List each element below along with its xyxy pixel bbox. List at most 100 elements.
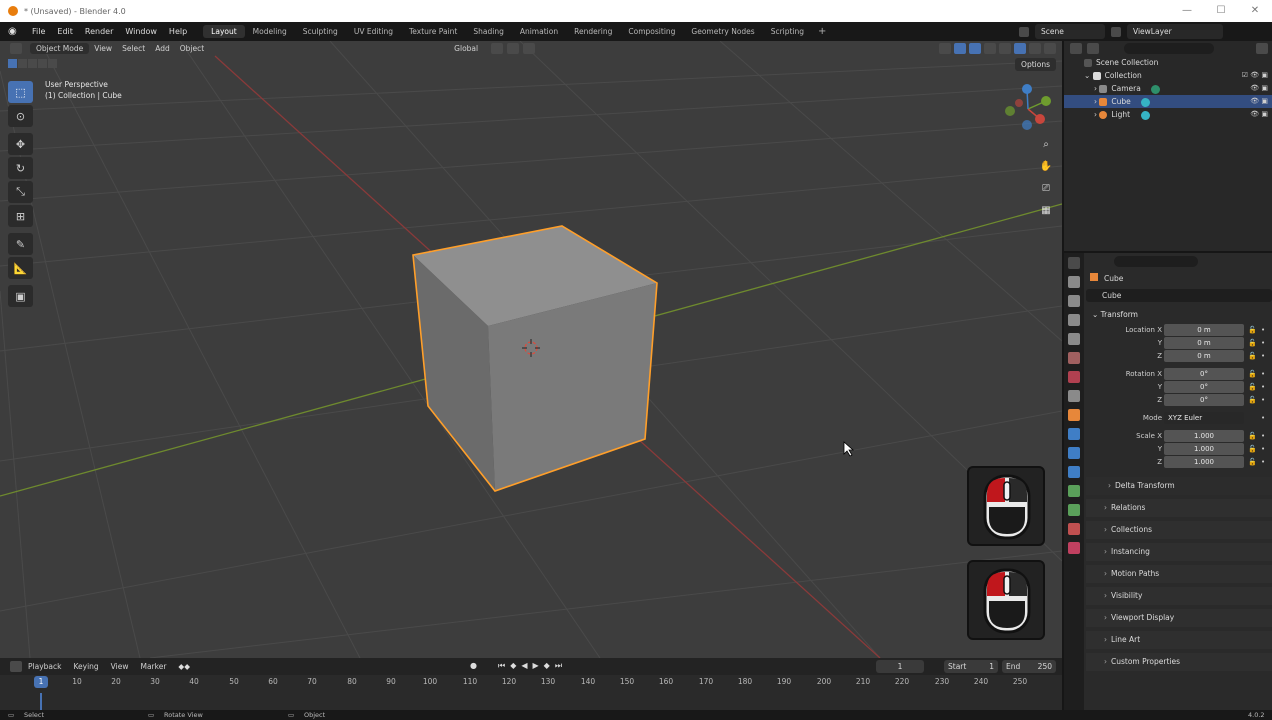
scale-x-field[interactable]: 1.000: [1164, 430, 1244, 442]
annotate-tool[interactable]: ✎: [8, 233, 33, 255]
lock-icon[interactable]: 🔓: [1248, 430, 1257, 443]
menu-edit[interactable]: Edit: [51, 27, 79, 36]
select-new-icon[interactable]: [8, 59, 17, 68]
world-tab-icon[interactable]: [1068, 371, 1080, 383]
menu-view[interactable]: View: [89, 44, 117, 53]
scene-field[interactable]: Scene: [1035, 24, 1105, 39]
select-intersect-icon[interactable]: [48, 59, 57, 68]
keyframe-dot-icon[interactable]: •: [1261, 394, 1265, 407]
timeline-ruler[interactable]: 1 10 20 30 40 50 60 70 80 90 100 110 120…: [0, 675, 1062, 693]
menu-marker[interactable]: Marker: [134, 662, 172, 671]
constraints-tab-icon[interactable]: [1068, 485, 1080, 497]
rendered-shading-icon[interactable]: [1044, 43, 1056, 54]
light-visibility-icons[interactable]: 👁 ▣: [1250, 108, 1268, 121]
tab-sculpting[interactable]: Sculpting: [295, 25, 346, 38]
tab-rendering[interactable]: Rendering: [566, 25, 620, 38]
location-y-field[interactable]: 0 m: [1164, 337, 1244, 349]
tab-animation[interactable]: Animation: [512, 25, 566, 38]
transform-panel-header[interactable]: ⌄ Transform: [1086, 306, 1272, 324]
tab-layout[interactable]: Layout: [203, 25, 245, 38]
select-invert-icon[interactable]: [38, 59, 47, 68]
outliner-item-cube[interactable]: › Cube 👁 ▣: [1064, 95, 1272, 108]
ortho-grid-icon[interactable]: ▦: [1037, 201, 1055, 219]
camera-visibility-icons[interactable]: 👁 ▣: [1250, 82, 1268, 95]
pivot-point-icon[interactable]: [491, 43, 504, 54]
menu-file[interactable]: File: [26, 27, 51, 36]
lock-icon[interactable]: 🔓: [1248, 456, 1257, 469]
menu-object[interactable]: Object: [175, 44, 209, 53]
select-subtract-icon[interactable]: [28, 59, 37, 68]
menu-select[interactable]: Select: [117, 44, 150, 53]
camera-view-icon[interactable]: ⎚: [1037, 179, 1055, 197]
tab-compositing[interactable]: Compositing: [620, 25, 683, 38]
collections-panel[interactable]: Collections: [1086, 521, 1272, 539]
lock-icon[interactable]: 🔓: [1248, 350, 1257, 363]
outliner-editor-icon[interactable]: [1070, 43, 1082, 54]
options-dropdown[interactable]: Options: [1015, 58, 1056, 71]
menu-add[interactable]: Add: [150, 44, 175, 53]
snap-icon[interactable]: [507, 43, 520, 54]
location-x-field[interactable]: 0 m: [1164, 324, 1244, 336]
keyframe-dot-icon[interactable]: •: [1261, 443, 1265, 456]
tab-uv-editing[interactable]: UV Editing: [346, 25, 401, 38]
current-frame-indicator[interactable]: 1: [34, 676, 48, 688]
modifier-tab-icon[interactable]: [1068, 428, 1080, 440]
maximize-button[interactable]: ☐: [1204, 0, 1238, 22]
editor-type-icon[interactable]: [10, 43, 22, 54]
display-mode-icon[interactable]: [1087, 43, 1099, 54]
keyframe-nav-icon[interactable]: ◆◆: [172, 662, 196, 671]
outliner-collection[interactable]: ⌄ Collection ☑ 👁 ▣: [1064, 69, 1272, 82]
select-extend-icon[interactable]: [18, 59, 27, 68]
outliner-item-light[interactable]: › Light 👁 ▣: [1064, 108, 1272, 121]
keyframe-dot-icon[interactable]: •: [1261, 324, 1265, 337]
play-reverse-icon[interactable]: ◀: [521, 661, 527, 671]
collection-tab-icon[interactable]: [1068, 390, 1080, 402]
material-tab-icon[interactable]: [1068, 523, 1080, 535]
menu-window[interactable]: Window: [119, 27, 163, 36]
collection-visibility-icons[interactable]: ☑ 👁 ▣: [1242, 69, 1268, 82]
outliner-search-input[interactable]: [1124, 43, 1214, 54]
pan-hand-icon[interactable]: ✋: [1037, 157, 1055, 175]
rotate-tool[interactable]: ↻: [8, 157, 33, 179]
location-z-field[interactable]: 0 m: [1164, 350, 1244, 362]
wireframe-shading-icon[interactable]: [999, 43, 1011, 54]
navigation-gizmo[interactable]: [1000, 81, 1056, 137]
keyframe-dot-icon[interactable]: •: [1261, 430, 1265, 443]
measure-tool[interactable]: 📐: [8, 257, 33, 279]
rotation-x-field[interactable]: 0°: [1164, 368, 1244, 380]
object-tab-icon[interactable]: [1068, 409, 1080, 421]
transform-tool[interactable]: ⊞: [8, 205, 33, 227]
scale-y-field[interactable]: 1.000: [1164, 443, 1244, 455]
cube-visibility-icons[interactable]: 👁 ▣: [1250, 95, 1268, 108]
3d-viewport[interactable]: Object Mode View Select Add Object Globa…: [0, 41, 1062, 658]
tab-texture-paint[interactable]: Texture Paint: [401, 25, 465, 38]
lock-icon[interactable]: 🔓: [1248, 381, 1257, 394]
jump-end-icon[interactable]: ⏭: [555, 661, 562, 671]
xray-icon[interactable]: [984, 43, 996, 54]
end-frame-field[interactable]: End 250: [1002, 660, 1056, 673]
keyframe-dot-icon[interactable]: •: [1261, 350, 1265, 363]
menu-keying[interactable]: Keying: [67, 662, 104, 671]
viewport-display-panel[interactable]: Viewport Display: [1086, 609, 1272, 627]
cursor-tool[interactable]: ⊙: [8, 105, 33, 127]
prev-keyframe-icon[interactable]: ◆: [510, 661, 516, 671]
keyframe-dot-icon[interactable]: •: [1261, 456, 1265, 469]
jump-start-icon[interactable]: ⏮: [498, 661, 505, 671]
add-workspace-button[interactable]: +: [812, 26, 832, 37]
filter-icon[interactable]: [1256, 43, 1268, 54]
record-icon[interactable]: ●: [470, 661, 477, 671]
menu-playback[interactable]: Playback: [22, 662, 67, 671]
start-frame-field[interactable]: Start 1: [944, 660, 998, 673]
minimize-button[interactable]: —: [1170, 0, 1204, 22]
custom-properties-panel[interactable]: Custom Properties: [1086, 653, 1272, 671]
delta-transform-panel[interactable]: Delta Transform: [1086, 477, 1272, 495]
object-name-field[interactable]: Cube: [1086, 289, 1272, 302]
lock-icon[interactable]: 🔓: [1248, 394, 1257, 407]
current-frame-field[interactable]: 1: [876, 660, 924, 673]
keyframe-dot-icon[interactable]: •: [1261, 337, 1265, 350]
gizmo-toggle-icon[interactable]: [954, 43, 966, 54]
outliner-item-camera[interactable]: › Camera 👁 ▣: [1064, 82, 1272, 95]
output-tab-icon[interactable]: [1068, 314, 1080, 326]
menu-help[interactable]: Help: [163, 27, 193, 36]
keyframe-dot-icon[interactable]: •: [1261, 381, 1265, 394]
